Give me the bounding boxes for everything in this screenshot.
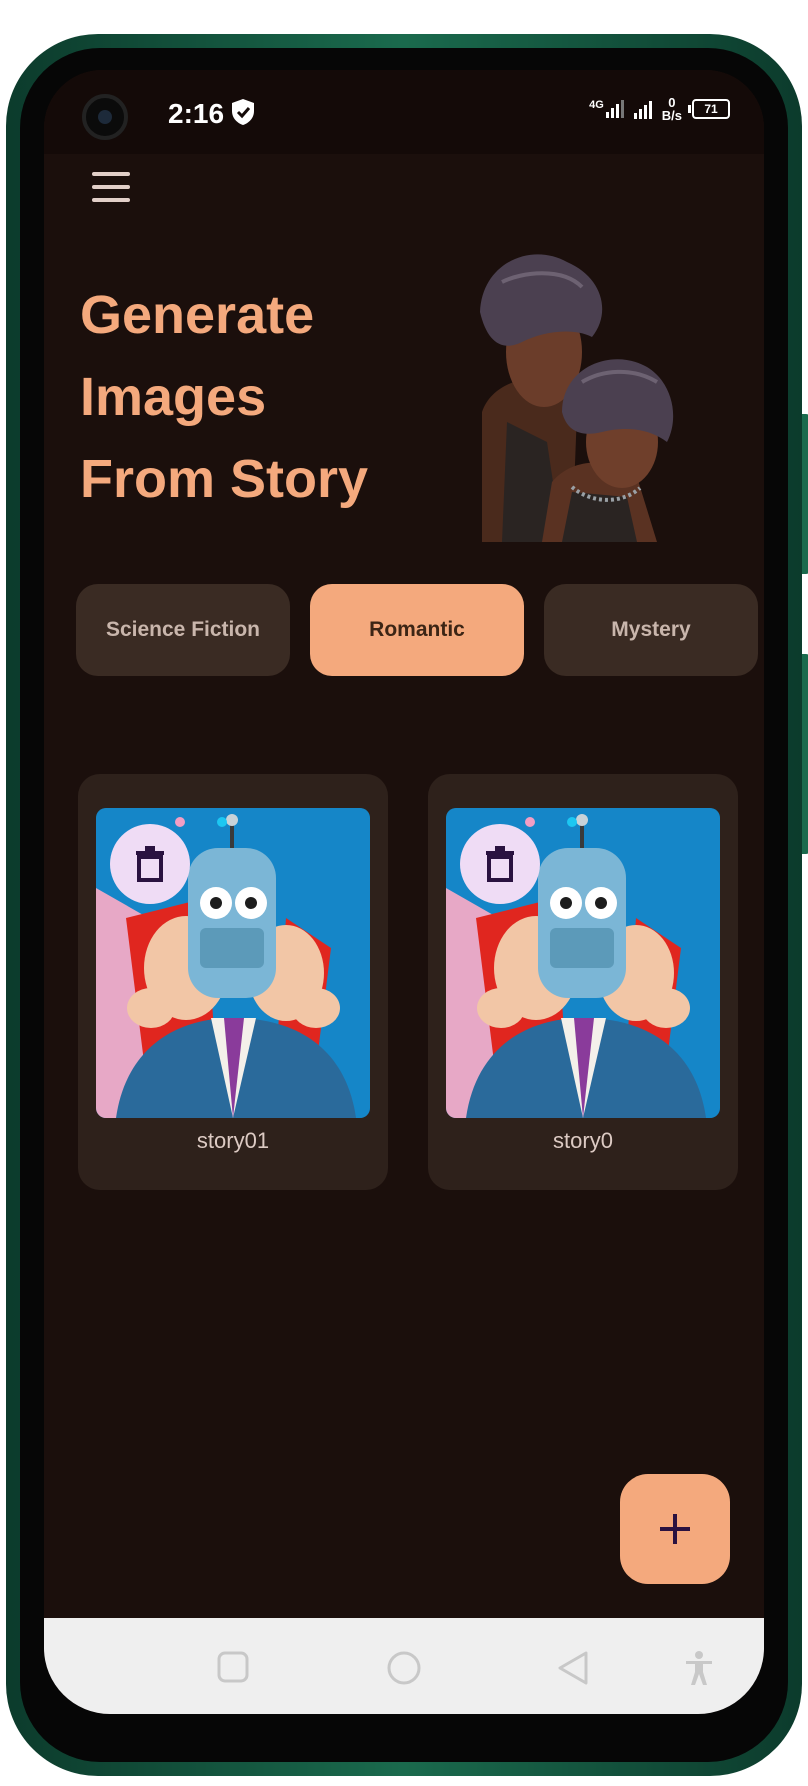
hero-illustration <box>480 254 674 542</box>
title-line-2: Images <box>80 367 267 427</box>
phone-side-button-lower <box>802 654 808 854</box>
chip-romantic[interactable]: Romantic <box>310 584 524 676</box>
battery-level: 71 <box>704 102 718 116</box>
signal-strength-icon <box>633 99 652 119</box>
status-bar: 2:16 4G 0 B/s 71 <box>44 70 764 154</box>
phone-side-button <box>802 414 808 574</box>
network-type-label: 4G <box>589 99 604 111</box>
battery-icon: 71 <box>688 99 730 119</box>
status-time: 2:16 <box>168 98 225 129</box>
trash-icon <box>486 846 514 882</box>
category-chips: Science Fiction Romantic Mystery <box>76 584 758 676</box>
accessibility-icon[interactable] <box>684 1650 714 1686</box>
chip-mystery[interactable]: Mystery <box>544 584 758 676</box>
delete-story-button[interactable] <box>460 824 540 904</box>
circle-icon[interactable] <box>386 1650 422 1686</box>
title-line-3: From Story <box>80 449 369 509</box>
trash-icon <box>136 846 164 882</box>
app-screen: 2:16 4G 0 B/s 71 Generate Images From St… <box>44 70 764 1714</box>
hamburger-menu-icon[interactable] <box>92 172 130 202</box>
square-icon[interactable] <box>216 1650 250 1684</box>
front-camera <box>82 94 128 140</box>
page-title: Generate Images From Story <box>80 274 368 520</box>
system-navigation-bar <box>44 1618 764 1714</box>
plus-icon <box>660 1514 690 1544</box>
story-grid: story01 story0 <box>78 774 738 1190</box>
story-card[interactable]: story01 <box>78 774 388 1190</box>
shield-icon <box>232 99 254 125</box>
story-title: story01 <box>196 1128 270 1153</box>
delete-story-button[interactable] <box>110 824 190 904</box>
story-title: story0 <box>553 1128 613 1153</box>
chip-science-fiction[interactable]: Science Fiction <box>76 584 290 676</box>
data-speed-unit: B/s <box>661 108 682 123</box>
add-story-button[interactable] <box>620 1474 730 1584</box>
mobile-signal-icon: 4G <box>589 100 624 118</box>
status-icons: 4G 0 B/s 71 <box>589 96 730 122</box>
data-speed: 0 B/s <box>662 96 682 122</box>
story-card[interactable]: story0 <box>428 774 738 1190</box>
triangle-back-icon[interactable] <box>556 1650 590 1686</box>
title-line-1: Generate <box>80 285 315 345</box>
